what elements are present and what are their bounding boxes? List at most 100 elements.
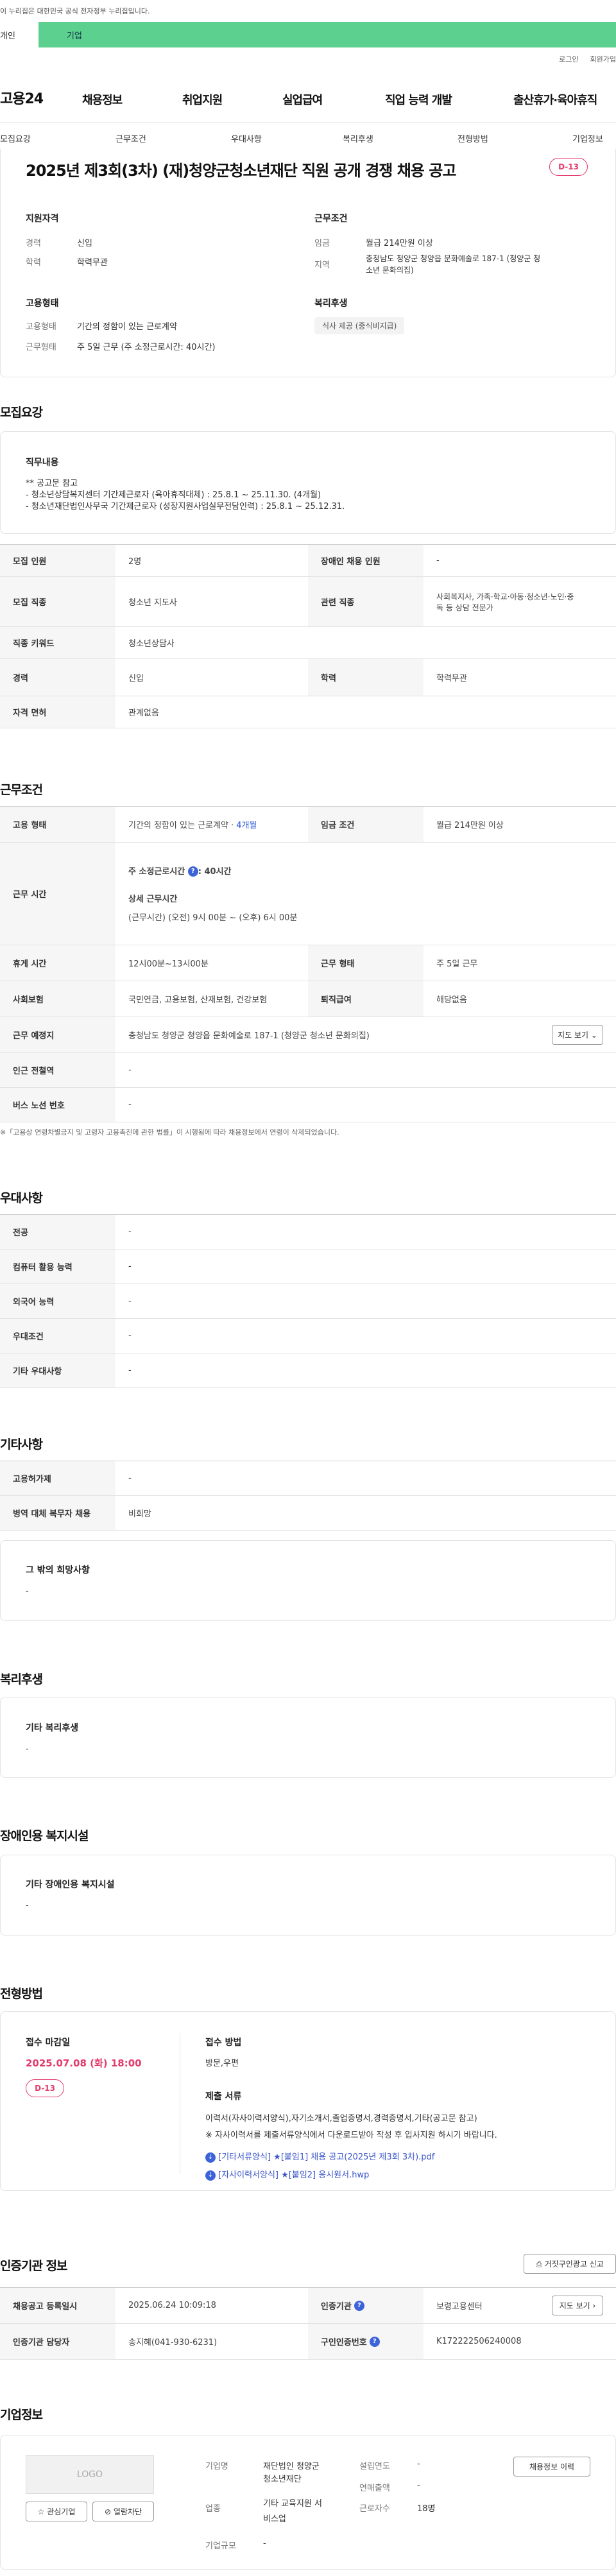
star-icon: ☆: [37, 2507, 45, 2516]
gnb-item[interactable]: 채용정보: [82, 91, 123, 108]
info-icon[interactable]: ?: [369, 2336, 380, 2347]
th: 컴퓨터 활용 능력: [0, 1249, 116, 1284]
file-link[interactable]: ↓ [자사이력서양식] ★[붙임2] 응시원서.hwp: [205, 2168, 369, 2181]
subnav-item[interactable]: 복리후생: [343, 132, 373, 144]
wish-box: [0, 1540, 616, 1621]
dday-badge: D-13: [26, 2079, 64, 2097]
td: 주 소정근로시간 ?: 40시간 상세 근무시간 (근무시간) (오전) 9시 …: [116, 843, 616, 945]
welfare-box: [0, 1697, 616, 1778]
th: 전공: [0, 1215, 116, 1249]
map-button-label: 지도 보기: [559, 2301, 590, 2310]
map-button[interactable]: 지도 보기 ⌄: [552, 1025, 603, 1045]
site-logo[interactable]: 고용24: [0, 87, 44, 108]
th: 채용공고 등록일시: [0, 2288, 116, 2323]
table-row: 사회보험 국민연금, 고용보험, 산재보험, 건강보험 퇴직급여 해당없음: [0, 981, 616, 1017]
weekly-hours-value: : 40시간: [198, 866, 232, 877]
edu-label: 학력: [26, 258, 41, 268]
year-label: 설립연도: [359, 2462, 390, 2471]
duty-line: - 청소년재단법인사무국 기간제근로자 (성장지원사업실무전담인력) : 25.…: [26, 502, 345, 511]
map-button[interactable]: 지도 보기 ›: [552, 2296, 603, 2315]
year-value: -: [417, 2459, 420, 2469]
welfare-tag: 식사 제공 (중식비지급): [314, 317, 405, 334]
th: 휴게 시간: [0, 945, 116, 981]
industry-label: 업종: [205, 2504, 221, 2514]
fav-company-button[interactable]: ☆ 관심기업: [26, 2502, 87, 2521]
area-value: 충청남도 청양군 청양읍 문화예술로 187-1 (청양군 청: [366, 254, 541, 263]
duty-line: ** 공고문 참고: [26, 479, 78, 488]
td: -: [128, 1473, 132, 1483]
block-label: 열람차단: [113, 2507, 142, 2516]
block-button[interactable]: ⊘ 열람차단: [92, 2502, 154, 2521]
age-notice: ※「고용상 연령차별금지 및 고령자 고용촉진에 관한 법률」이 시행됨에 따라…: [0, 1128, 339, 1137]
subnav-item[interactable]: 근무조건: [116, 132, 146, 144]
industry-value: 기타 교육지원 서: [263, 2499, 322, 2509]
duty-heading: 직무내용: [26, 458, 59, 468]
table-row: 채용공고 등록일시 2025.06.24 10:09:18 인증기관? 보령고용…: [0, 2288, 616, 2324]
wage-value: 월급 214만원 이상: [366, 239, 433, 248]
info-icon[interactable]: ?: [354, 2300, 364, 2311]
th: 퇴직급여: [308, 981, 424, 1017]
th: 직종 키워드: [0, 627, 116, 658]
gnb-item[interactable]: 실업급여: [282, 91, 323, 108]
login-link[interactable]: 로그인: [559, 54, 578, 64]
related-job-line: 사회복지사, 가족·학교·아동·청소년·노인·중: [436, 592, 574, 601]
table-row: 모집 직종 청소년 지도사 관련 직종 사회복지사, 가족·학교·아동·청소년·…: [0, 577, 616, 627]
employees-value: 18명: [417, 2504, 436, 2514]
fav-label: 관심기업: [47, 2507, 76, 2516]
table-row: 기타 우대사항 -: [0, 1353, 616, 1388]
report-button-label: 거짓구인광고 신고: [544, 2260, 604, 2269]
worktype-value: 주 5일 근무 (주 소정근로시간: 40시간): [77, 343, 216, 352]
td: -: [128, 1296, 132, 1306]
table-row: 자격 면허 관계없음: [0, 696, 616, 728]
job-title: 2025년 제3회(3차) (재)청양군청소년재단 직원 공개 경쟁 채용 공고: [26, 162, 456, 180]
gnb-item[interactable]: 취업지원: [182, 91, 223, 108]
subnav-item[interactable]: 모집요강: [0, 132, 31, 144]
signup-link[interactable]: 회원가입: [590, 54, 616, 64]
tab-company[interactable]: 기업: [38, 22, 616, 47]
disab-box-heading: 기타 장애인용 복지시설: [26, 1880, 115, 1890]
th: 학력: [308, 659, 424, 696]
table-row: 모집 인원 2명 장애인 채용 인원 -: [0, 545, 616, 577]
etc-table: 고용허가제 - 병역 대체 복무자 채용 비희망: [0, 1461, 616, 1531]
map-button-label: 지도 보기: [558, 1031, 589, 1040]
condition-heading: 근무조건: [314, 214, 348, 224]
file-link[interactable]: ↓ [기타서류양식] ★[붙임1] 채용 공고(2025년 제3회 3차).pd…: [205, 2150, 434, 2163]
deadline-label: 접수 마감일: [26, 2038, 71, 2048]
report-button[interactable]: ⎙ 거짓구인광고 신고: [524, 2254, 616, 2274]
table-row: 외국어 능력 -: [0, 1284, 616, 1319]
td: 지도 보기 ⌄: [539, 1017, 616, 1052]
gnb-item[interactable]: 직업 능력 개발: [385, 91, 452, 108]
hiring-history-button[interactable]: 채용정보 이력: [513, 2457, 590, 2477]
pref-table: 전공 - 컴퓨터 활용 능력 - 외국어 능력 - 우대조건 - 기타 우대사항 -: [0, 1214, 616, 1388]
td: 학력무관: [436, 674, 467, 683]
subnav-item[interactable]: 전형방법: [458, 132, 488, 144]
section-title-work: 근무조건: [0, 783, 43, 797]
docs-line: 이력서(자사이력서양식),자기소개서,졸업증명서,경력증명서,기타(공고문 참고…: [205, 2114, 477, 2124]
th: 외국어 능력: [0, 1284, 116, 1318]
info-icon[interactable]: ?: [187, 866, 198, 877]
table-row: 직종 키워드 청소년상담사: [0, 627, 616, 659]
report-icon: ⎙: [536, 2260, 542, 2269]
area-value-2: 소년 문화의집): [366, 266, 414, 275]
td: 보령고용센터: [436, 2302, 483, 2312]
subnav-item[interactable]: 우대사항: [231, 132, 262, 144]
size-value: -: [263, 2539, 266, 2548]
td: 월급 214만원 이상: [436, 821, 504, 830]
gnb-item[interactable]: 출산휴가·육아휴직: [513, 91, 597, 108]
td: -: [128, 1262, 132, 1271]
wish-value: -: [26, 1586, 29, 1596]
weekly-hours-label: 주 소정근로시간: [128, 866, 188, 877]
qualification-heading: 지원자격: [26, 214, 59, 224]
company-name-value: 재단법인 청양군: [263, 2462, 320, 2471]
sales-label: 연매출액: [359, 2484, 390, 2493]
td: 청소년 지도사: [128, 598, 177, 608]
td: -: [128, 1065, 132, 1075]
screen-box: [0, 2011, 616, 2191]
disab-box: [0, 1855, 616, 1936]
tab-personal[interactable]: 개인: [0, 22, 38, 47]
industry-value-2: 비스업: [263, 2514, 286, 2524]
th: 기타 우대사항: [0, 1353, 116, 1387]
subnav-item[interactable]: 기업정보: [572, 132, 603, 144]
th: 인근 전철역: [0, 1053, 116, 1087]
table-row: 인증기관 담당자 송지혜(041-930-6231) 구인인증번호? K1722…: [0, 2324, 616, 2360]
